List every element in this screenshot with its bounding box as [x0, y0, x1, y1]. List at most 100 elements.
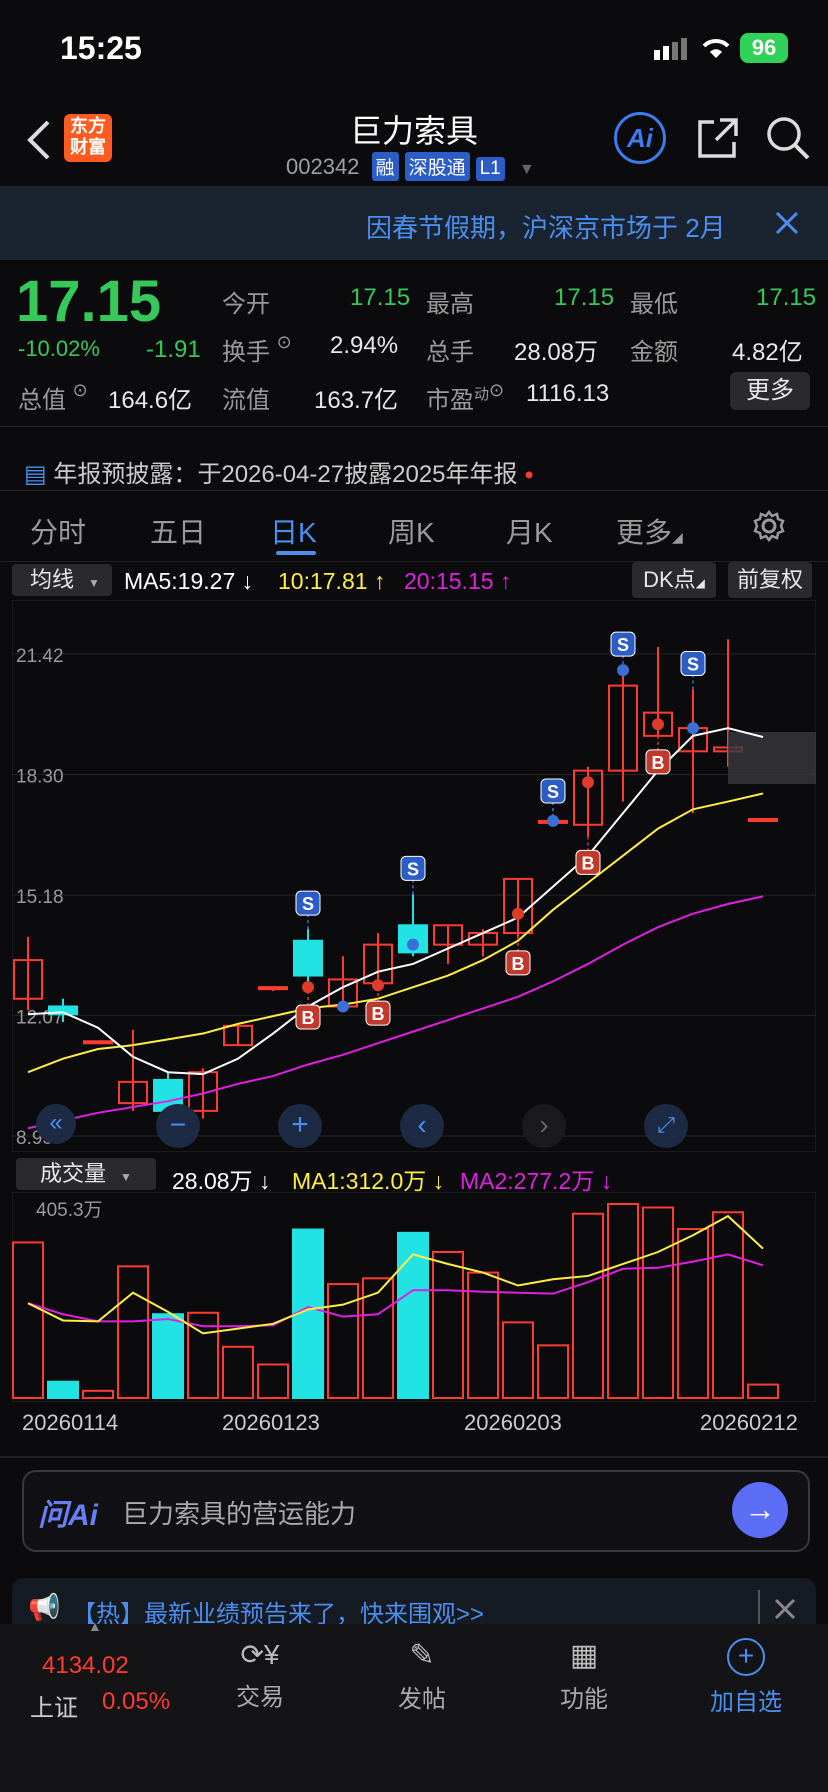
candlestick-chart[interactable]: 21.4218.3015.1812.078.95BSBSBSBSBS	[12, 600, 816, 1152]
date-label-3: 20260203	[464, 1410, 562, 1435]
candle-body	[83, 1040, 113, 1045]
last-price: 17.15	[16, 269, 162, 334]
volume-bar	[642, 1206, 674, 1399]
volume-bar	[152, 1313, 184, 1399]
float-cap-value: 163.7亿	[314, 387, 399, 414]
search-icon[interactable]	[764, 114, 812, 162]
caret-down-icon: ▼	[518, 161, 535, 178]
holiday-notice[interactable]: 因春节假期，沪深京市场于 2月	[0, 186, 828, 260]
fullscreen-icon[interactable]: ⤢	[644, 1104, 688, 1148]
ma20-line	[27, 895, 764, 1130]
signal-dot	[652, 718, 664, 731]
signal-badge-label: B	[372, 1004, 385, 1024]
volume-bar	[677, 1228, 709, 1400]
high-value: 17.15	[554, 284, 615, 311]
chart-tabs: 分时 五日 日K 周K 月K 更多◢	[0, 490, 828, 562]
disclosure-row[interactable]: ▤ 年报预披露：于2026-04-27披露2025年年报 ●	[24, 454, 534, 489]
volume-chart[interactable]: 405.3万	[12, 1192, 816, 1402]
date-label-1: 20260114	[22, 1410, 119, 1435]
signal-dot	[582, 776, 594, 789]
red-dot: ●	[524, 466, 534, 484]
volume-bar	[712, 1211, 744, 1400]
nav-trade[interactable]: ⟳¥ 交易	[200, 1638, 320, 1712]
grid-icon: ▦	[569, 1639, 599, 1672]
amount-value: 4.82亿	[732, 339, 803, 366]
margin-tag: 融	[371, 152, 399, 181]
more-button[interactable]: 更多	[730, 372, 810, 410]
signal-badge-label: S	[302, 894, 314, 914]
info-icon[interactable]: ⊙	[489, 380, 504, 400]
ai-ask-bar[interactable]: 问Ai 巨力索具的营运能力 →	[22, 1470, 810, 1552]
ai-prompt[interactable]: 巨力索具的营运能力	[122, 1494, 356, 1531]
low-label: 最低	[630, 291, 678, 318]
volume-bar	[572, 1212, 604, 1400]
signal-badge-label: B	[512, 954, 525, 974]
stock-header: 东方 财富 巨力索具 002342 融深股通 L1 ▼ Ai	[0, 96, 828, 184]
divider	[0, 1456, 828, 1458]
market-cap-label: 总值 ⊙	[18, 380, 88, 414]
zoom-in-icon[interactable]: +	[278, 1104, 322, 1148]
tab-five-day[interactable]: 五日	[150, 511, 206, 551]
nav-add-watchlist[interactable]: + 加自选	[686, 1638, 806, 1717]
arrow-right-icon[interactable]: →	[732, 1482, 788, 1538]
tab-more[interactable]: 更多◢	[616, 511, 683, 551]
stock-code: 002342	[286, 154, 360, 179]
nav-post[interactable]: ✎ 发帖	[362, 1638, 482, 1714]
report-icon: ▤	[24, 461, 47, 488]
high-label: 最高	[426, 291, 474, 318]
scroll-left-fast-icon[interactable]: «	[36, 1104, 76, 1144]
scroll-left-icon[interactable]: ‹	[400, 1104, 444, 1148]
date-label-2: 20260123	[222, 1410, 320, 1435]
tab-monthly-k[interactable]: 月K	[506, 511, 553, 551]
tab-intraday[interactable]: 分时	[30, 511, 86, 551]
connect-tag: 深股通	[404, 152, 470, 181]
signal-dot	[407, 938, 419, 951]
ma10-legend: 10:17.81 ↑	[278, 568, 386, 594]
amount-label: 金额	[630, 339, 678, 366]
ai-button[interactable]: Ai	[614, 112, 666, 164]
volume-selector[interactable]: 成交量 ▼	[16, 1158, 156, 1190]
signal-dot	[617, 664, 629, 677]
divider	[0, 426, 828, 427]
info-icon[interactable]: ⊙	[277, 332, 292, 352]
index-name: 上证	[30, 1695, 78, 1722]
scroll-right-icon[interactable]: ›	[522, 1104, 566, 1148]
zoom-out-icon[interactable]: −	[156, 1104, 200, 1148]
close-icon[interactable]	[774, 1598, 796, 1620]
volume-bar	[607, 1203, 639, 1399]
dk-button[interactable]: DK点◢	[632, 562, 716, 598]
divider	[758, 1590, 760, 1626]
market-cap-value: 164.6亿	[108, 387, 193, 414]
tab-daily-k[interactable]: 日K	[270, 511, 317, 551]
candle-body	[748, 817, 778, 822]
y-tick-label: 18.30	[16, 767, 64, 788]
y-tick-label: 15.18	[16, 887, 64, 908]
ma5-line	[27, 727, 764, 1076]
status-bar: 15:25 96	[0, 0, 828, 96]
price-band	[728, 732, 816, 784]
turnover-label: 换手 ⊙	[222, 332, 292, 366]
ma-selector[interactable]: 均线 ▼	[12, 564, 112, 596]
disclosure-text: 年报预披露：于2026-04-27披露2025年年报	[53, 461, 518, 488]
vol-ma1-legend: MA1:312.0万 ↓	[292, 1168, 445, 1194]
info-icon[interactable]: ⊙	[73, 380, 88, 400]
index-value[interactable]: 4134.02	[42, 1652, 129, 1680]
change-percent: -10.02%	[18, 336, 100, 361]
ma10-line	[27, 792, 764, 1074]
volume-bar	[502, 1321, 534, 1399]
nav-functions[interactable]: ▦ 功能	[524, 1638, 644, 1714]
level-tag: L1	[475, 157, 505, 181]
signal-dot	[337, 1000, 349, 1013]
open-value: 17.15	[350, 284, 411, 311]
settings-icon[interactable]	[752, 509, 786, 543]
close-icon[interactable]	[775, 211, 799, 235]
volume-value: 28.08万	[514, 339, 599, 366]
volume-bar	[537, 1344, 569, 1399]
share-icon[interactable]	[696, 116, 740, 160]
nav-functions-label: 功能	[560, 1686, 608, 1713]
pe-value: 1116.13	[526, 380, 610, 407]
stock-code-row[interactable]: 002342 融深股通 L1 ▼	[286, 152, 535, 181]
tab-weekly-k[interactable]: 周K	[388, 511, 435, 551]
volume-bar	[117, 1265, 149, 1399]
adjust-button[interactable]: 前复权	[728, 562, 812, 598]
